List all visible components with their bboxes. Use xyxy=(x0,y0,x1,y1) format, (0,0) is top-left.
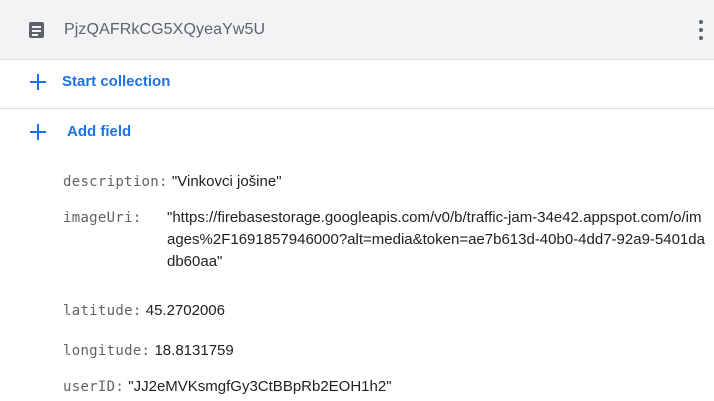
more-vert-icon[interactable] xyxy=(696,15,706,45)
add-field-label: Add field xyxy=(67,123,132,140)
document-header: PjzQAFRkCG5XQyeaYw5U xyxy=(0,0,714,60)
field-value: 18.8131759 xyxy=(154,342,234,359)
field-value: 45.2702006 xyxy=(145,302,225,319)
start-collection-label: Start collection xyxy=(62,73,171,90)
field-row-longitude[interactable]: longitude: 18.8131759 xyxy=(63,340,703,362)
field-key: latitude: xyxy=(63,303,142,319)
field-row-userid[interactable]: userID: "JJ2eMVKsmgfGy3CtBBpRb2EOH1h2" xyxy=(63,376,703,398)
field-row-imageuri[interactable]: imageUri: "https://firebasestorage.googl… xyxy=(63,207,705,273)
field-value: "JJ2eMVKsmgfGy3CtBBpRb2EOH1h2" xyxy=(128,378,392,395)
field-key: longitude: xyxy=(63,343,151,359)
document-id: PjzQAFRkCG5XQyeaYw5U xyxy=(64,21,266,38)
divider xyxy=(0,108,714,109)
field-key: userID: xyxy=(63,379,125,395)
field-row-description[interactable]: description: "Vinkovci jošine" xyxy=(63,171,703,193)
field-key: description: xyxy=(63,174,168,190)
field-row-latitude[interactable]: latitude: 45.2702006 xyxy=(63,300,703,322)
add-icon xyxy=(30,74,46,90)
field-value: "Vinkovci jošine" xyxy=(171,173,282,190)
field-value: "https://firebasestorage.googleapis.com/… xyxy=(167,209,705,270)
field-key: imageUri: xyxy=(63,210,142,226)
add-icon xyxy=(30,124,46,140)
document-icon xyxy=(29,22,44,38)
